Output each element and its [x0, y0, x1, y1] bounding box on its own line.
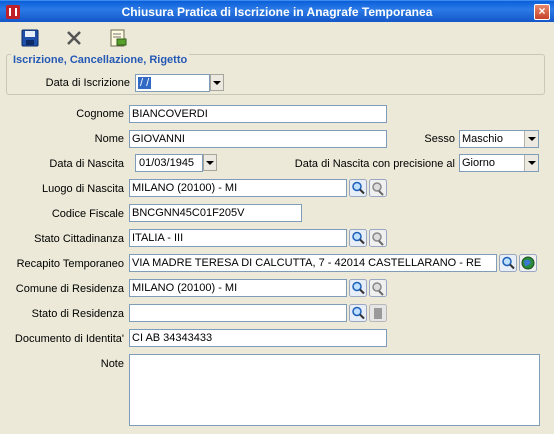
- cognome-field[interactable]: BIANCOVERDI: [129, 105, 387, 123]
- data-iscrizione-label: Data di Iscrizione: [45, 77, 130, 89]
- codice-fiscale-label: Codice Fiscale: [51, 208, 124, 220]
- codice-fiscale-field[interactable]: BNCGNN45C01F205V: [129, 204, 302, 222]
- stato-residenza-field[interactable]: [129, 304, 347, 322]
- luogo-nascita-label: Luogo di Nascita: [42, 183, 124, 195]
- documento-field[interactable]: CI AB 34343433: [129, 329, 387, 347]
- note-label: Note: [100, 358, 124, 370]
- precisione-dropdown-arrow[interactable]: [524, 155, 538, 171]
- document-edit-icon: [110, 29, 127, 47]
- recapito-globe-icon[interactable]: [519, 254, 537, 272]
- data-nascita-field[interactable]: 01/03/1945: [135, 154, 203, 172]
- data-iscrizione-value: / /: [138, 77, 152, 89]
- group-legend: Iscrizione, Cancellazione, Rigetto: [11, 54, 190, 66]
- comune-residenza-field[interactable]: MILANO (20100) - MI: [129, 279, 347, 297]
- nome-field[interactable]: GIOVANNI: [129, 130, 387, 148]
- stato-residenza-label: Stato di Residenza: [31, 308, 124, 320]
- cognome-label: Cognome: [76, 108, 124, 120]
- precisione-value: Giorno: [462, 157, 496, 169]
- print-button[interactable]: [106, 26, 130, 50]
- recapito-label: Recapito Temporaneo: [16, 258, 124, 270]
- window-close-button[interactable]: ×: [534, 4, 550, 20]
- stato-residenza-search-icon[interactable]: [349, 304, 367, 322]
- nome-label: Nome: [94, 133, 124, 145]
- comune-residenza-search-icon[interactable]: [349, 279, 367, 297]
- luogo-nascita-search-icon[interactable]: [349, 179, 367, 197]
- sesso-select[interactable]: Maschio: [459, 130, 539, 148]
- save-button[interactable]: [18, 26, 42, 50]
- save-icon: [21, 29, 39, 47]
- luogo-nascita-detail-icon[interactable]: [369, 179, 387, 197]
- data-nascita-dropdown[interactable]: [203, 154, 217, 171]
- precisione-select[interactable]: Giorno: [459, 154, 539, 172]
- sesso-dropdown-arrow[interactable]: [524, 131, 538, 147]
- recapito-field[interactable]: VIA MADRE TERESA DI CALCUTTA, 7 - 42014 …: [129, 254, 497, 272]
- comune-residenza-label: Comune di Residenza: [15, 283, 124, 295]
- sesso-label: Sesso: [424, 133, 455, 145]
- comune-residenza-detail-icon[interactable]: [369, 279, 387, 297]
- title-bar: Chiusura Pratica di Iscrizione in Anagra…: [0, 0, 554, 22]
- recapito-search-icon[interactable]: [499, 254, 517, 272]
- window-title: Chiusura Pratica di Iscrizione in Anagra…: [121, 5, 433, 19]
- data-nascita-label: Data di Nascita: [49, 158, 124, 170]
- documento-label: Documento di Identita': [14, 333, 124, 345]
- toolbar: [0, 22, 554, 52]
- stato-cittadinanza-search-icon[interactable]: [349, 229, 367, 247]
- cancel-button[interactable]: [62, 26, 86, 50]
- stato-cittadinanza-field[interactable]: ITALIA - III: [129, 229, 347, 247]
- luogo-nascita-field[interactable]: MILANO (20100) - MI: [129, 179, 347, 197]
- stato-cittadinanza-label: Stato Cittadinanza: [34, 233, 124, 245]
- data-iscrizione-dropdown[interactable]: [210, 74, 224, 91]
- stato-residenza-detail-icon[interactable]: [369, 304, 387, 322]
- sesso-value: Maschio: [462, 133, 503, 145]
- data-iscrizione-field[interactable]: / /: [135, 74, 210, 92]
- note-textarea[interactable]: [129, 354, 540, 426]
- stato-cittadinanza-detail-icon[interactable]: [369, 229, 387, 247]
- close-icon: [67, 31, 81, 45]
- precisione-label: Data di Nascita con precisione al: [294, 158, 455, 170]
